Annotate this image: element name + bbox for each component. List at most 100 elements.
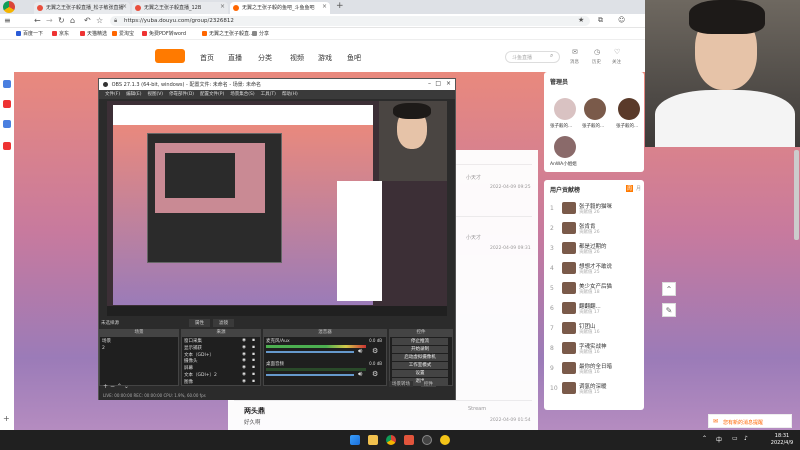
- obs-control-button[interactable]: 启动虚拟摄像机: [392, 354, 448, 361]
- reload-icon[interactable]: ↻: [58, 16, 65, 25]
- visibility-icon[interactable]: ◉: [242, 379, 246, 384]
- avatar[interactable]: [562, 382, 576, 394]
- lock-icon[interactable]: ▪: [252, 352, 255, 357]
- lock-icon[interactable]: ▪: [252, 365, 255, 370]
- edit-button[interactable]: ✎: [662, 303, 676, 317]
- obs-menu-item[interactable]: 帮助(H): [282, 92, 298, 97]
- app-icon[interactable]: [440, 435, 450, 445]
- tray-up-icon[interactable]: ⌃: [702, 435, 707, 442]
- avatar[interactable]: [562, 362, 576, 374]
- undo-icon[interactable]: ↶: [84, 16, 91, 25]
- nav-game[interactable]: 游戏: [318, 53, 332, 63]
- close-icon[interactable]: ×: [446, 80, 451, 87]
- source-item[interactable]: 屏幕 ◉ ▪: [184, 365, 255, 371]
- avatar[interactable]: [618, 98, 640, 120]
- maximize-icon[interactable]: □: [435, 80, 441, 87]
- start-icon[interactable]: [350, 435, 360, 445]
- source-item[interactable]: 文本（GDI+） ◉ ▪: [184, 352, 255, 358]
- browser-tab[interactable]: 无翼之王张子毅直播_12B ×: [132, 2, 228, 14]
- extensions-icon[interactable]: ⧉: [598, 16, 603, 25]
- feed-author[interactable]: 小天才: [466, 174, 481, 181]
- avatar[interactable]: [562, 202, 576, 214]
- history-icon[interactable]: ◷: [594, 48, 600, 56]
- rank-row[interactable]: 6 翻翻翻... 贡献值 17: [550, 302, 640, 317]
- bookmark-item[interactable]: 分享: [252, 30, 269, 37]
- avatar[interactable]: [554, 98, 576, 120]
- obs-icon[interactable]: [422, 435, 432, 445]
- lock-icon[interactable]: ▪: [252, 372, 255, 377]
- lock-icon[interactable]: ▪: [252, 379, 255, 384]
- avatar[interactable]: [562, 242, 576, 254]
- feed-author[interactable]: 小天才: [466, 234, 481, 241]
- remove-icon[interactable]: −: [110, 383, 115, 390]
- sidebar-mail-icon[interactable]: [3, 120, 11, 128]
- nav-home[interactable]: 首页: [200, 53, 214, 63]
- bookmark-item[interactable]: 京东: [52, 30, 69, 37]
- search-icon[interactable]: ⌕: [550, 52, 553, 60]
- rank-row[interactable]: 8 字魂实战神 贡献值 16: [550, 342, 640, 357]
- controls-tab[interactable]: 控件: [421, 381, 436, 387]
- notification-toast[interactable]: ✉ 您有新的消息提醒: [708, 414, 792, 428]
- browser-tab[interactable]: 无翼之王张子毅直播_松子敏张直播 ×: [34, 2, 130, 14]
- source-item[interactable]: 显示捕获 ◉ ▪: [184, 345, 255, 351]
- visibility-icon[interactable]: ◉: [242, 352, 246, 357]
- bookmark-item[interactable]: 百度一下: [16, 30, 43, 37]
- obs-menu-item[interactable]: 编辑(E): [126, 92, 141, 97]
- star-icon[interactable]: ☆: [96, 16, 103, 25]
- rank-row[interactable]: 5 美少女产后猫 贡献值 18: [550, 282, 640, 297]
- avatar[interactable]: [562, 322, 576, 334]
- chrome-icon[interactable]: [386, 435, 396, 445]
- source-item[interactable]: 摄像头 ◉ ▪: [184, 358, 255, 364]
- visibility-icon[interactable]: ◉: [242, 358, 246, 363]
- visibility-icon[interactable]: ◉: [242, 365, 246, 370]
- network-icon[interactable]: ▭: [732, 435, 738, 442]
- obs-control-button[interactable]: 开始录制: [392, 346, 448, 353]
- home-icon[interactable]: ⌂: [70, 16, 75, 25]
- obs-control-button[interactable]: 停止推流: [392, 338, 448, 345]
- close-icon[interactable]: ×: [322, 3, 327, 10]
- rank-row[interactable]: 3 都是过期的 贡献值 26: [550, 242, 640, 257]
- volume-slider[interactable]: [266, 374, 354, 376]
- source-item[interactable]: 窗口采集 ◉ ▪: [184, 338, 255, 344]
- scroll-top-button[interactable]: ⌃: [662, 282, 676, 296]
- up-icon[interactable]: ⌃: [117, 383, 122, 390]
- sidebar-history-icon[interactable]: [3, 80, 11, 88]
- visibility-icon[interactable]: ◉: [242, 338, 246, 343]
- avatar[interactable]: [554, 136, 576, 158]
- close-icon[interactable]: ×: [220, 3, 225, 10]
- volume-slider[interactable]: [266, 351, 354, 353]
- taskbar-clock[interactable]: 18:31 2022/4/9: [766, 433, 798, 448]
- message-icon[interactable]: ✉: [572, 48, 578, 56]
- speaker-icon[interactable]: 🔊︎: [358, 370, 362, 379]
- feed-author[interactable]: Stream: [468, 406, 486, 412]
- tab-week[interactable]: 周: [626, 185, 634, 192]
- source-item[interactable]: 文本（GDI+）2 ◉ ▪: [184, 372, 255, 378]
- back-icon[interactable]: ←: [34, 16, 41, 25]
- avatar[interactable]: [562, 302, 576, 314]
- add-icon[interactable]: +: [103, 383, 108, 390]
- obs-control-button[interactable]: 设置: [392, 370, 448, 377]
- visibility-icon[interactable]: ◉: [242, 345, 246, 350]
- douyu-logo[interactable]: [155, 49, 185, 63]
- profile-icon[interactable]: ☺: [618, 16, 625, 24]
- avatar[interactable]: [562, 262, 576, 274]
- minimize-icon[interactable]: –: [428, 80, 431, 87]
- rank-row[interactable]: 4 想想才不敢说 贡献值 25: [550, 262, 640, 277]
- transitions-tab[interactable]: 场景转场: [389, 381, 413, 387]
- lock-icon[interactable]: ▪: [252, 358, 255, 363]
- gear-icon[interactable]: ⚙: [372, 347, 378, 355]
- obs-menu-item[interactable]: 视图(V): [147, 92, 163, 97]
- filters-button[interactable]: 滤镜: [213, 319, 234, 327]
- menu-icon[interactable]: ≡: [4, 16, 11, 25]
- bookmark-item[interactable]: 爱淘宝: [112, 30, 134, 37]
- scene-item[interactable]: 2: [102, 346, 105, 351]
- properties-button[interactable]: 属性: [189, 319, 210, 327]
- tab-month[interactable]: 月: [636, 185, 641, 192]
- rank-row[interactable]: 9 最你的全日暗 贡献值 16: [550, 362, 640, 377]
- browser-tab-active[interactable]: 无翼之王张子毅的鱼吧_斗鱼鱼吧 ×: [230, 2, 330, 14]
- bookmark-item[interactable]: 天猫精选: [80, 30, 107, 37]
- bookmark-star-icon[interactable]: ★: [578, 16, 584, 24]
- volume-icon[interactable]: ♪: [744, 435, 748, 442]
- rank-row[interactable]: 7 钉团山 贡献值 16: [550, 322, 640, 337]
- down-icon[interactable]: ⌄: [124, 383, 129, 390]
